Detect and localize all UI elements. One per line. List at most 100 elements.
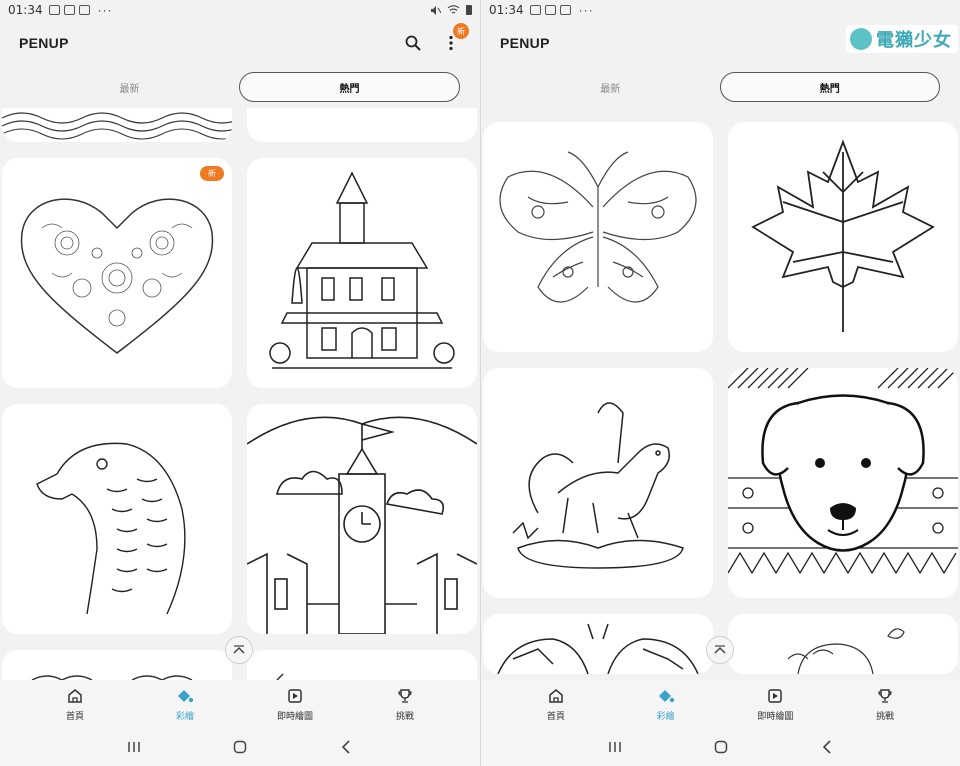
coloring-icon — [178, 689, 194, 702]
home-circle-icon — [714, 740, 727, 754]
status-time: 01:34 — [8, 3, 43, 17]
battery-icon — [466, 5, 472, 15]
watermark-logo: 電獺少女 — [846, 25, 958, 53]
nav-challenge-label: 挑戰 — [395, 710, 414, 721]
nav-live-drawing-label: 即時繪圖 — [276, 710, 313, 721]
system-navigation — [0, 728, 480, 766]
artwork-thumbnail — [2, 112, 232, 140]
nav-home[interactable]: 首頁 — [20, 680, 130, 728]
phone-right: 01:34 ··· PENUP 電獺少女 最新 熱門 首頁 彩繪 即時繪圖 挑戰 — [481, 0, 960, 766]
recent-apps-button[interactable] — [126, 739, 142, 755]
coloring-icon — [658, 689, 674, 702]
wifi-icon — [447, 5, 460, 14]
tab-bar: 最新 熱門 — [0, 72, 480, 102]
nav-coloring[interactable]: 彩繪 — [611, 680, 721, 728]
artwork-thumbnail-dinosaur — [512, 402, 684, 569]
new-badge: 新 — [453, 23, 469, 39]
recent-apps-icon — [608, 742, 621, 752]
scroll-to-top-button[interactable] — [706, 636, 734, 664]
more-options-button[interactable]: 新 — [441, 23, 469, 53]
app-actions: 新 — [403, 23, 469, 53]
nav-live-drawing[interactable]: 即時繪圖 — [240, 680, 350, 728]
artwork-card[interactable] — [728, 122, 958, 352]
back-icon — [822, 740, 831, 754]
artwork-card[interactable] — [247, 108, 477, 142]
artwork-card[interactable]: 新 — [2, 158, 232, 388]
app-title: PENUP — [500, 35, 550, 51]
search-button[interactable] — [403, 33, 423, 53]
artwork-card[interactable] — [2, 404, 232, 634]
mute-icon — [431, 5, 441, 15]
home-circle-icon — [233, 740, 247, 754]
trophy-icon — [398, 688, 412, 703]
artwork-card[interactable] — [247, 650, 477, 680]
status-bar: 01:34 ··· — [481, 0, 960, 20]
back-button[interactable] — [338, 739, 354, 755]
system-icons — [430, 5, 472, 16]
artwork-card[interactable] — [2, 650, 232, 680]
nav-challenge[interactable]: 挑戰 — [830, 680, 940, 728]
artwork-thumbnail-house — [269, 171, 455, 369]
home-system-button[interactable] — [232, 739, 248, 755]
system-navigation — [481, 728, 960, 766]
artwork-card[interactable] — [483, 122, 713, 352]
back-button[interactable] — [819, 739, 835, 755]
artwork-thumbnail-clock-tower — [247, 416, 477, 634]
artwork-thumbnail-eagle — [36, 442, 186, 615]
trophy-icon — [878, 688, 892, 703]
artwork-thumbnail-girl — [787, 628, 905, 674]
phone-left: 01:34 ··· PENUP 新 最新 熱門 新 首頁 彩繪 即時繪圖 挑戰 — [0, 0, 480, 766]
tab-latest[interactable]: 最新 — [501, 72, 720, 102]
app-bar: PENUP 新 — [0, 23, 480, 60]
recent-apps-button[interactable] — [607, 739, 623, 755]
artwork-card[interactable] — [483, 368, 713, 598]
artwork-feed[interactable]: 新 — [0, 108, 480, 680]
artwork-thumbnail-leaf — [751, 139, 935, 332]
watermark-text: 電獺少女 — [876, 30, 952, 50]
artwork-thumbnail — [276, 673, 284, 680]
chevron-up-icon — [714, 645, 726, 654]
recent-apps-icon — [128, 742, 140, 752]
home-icon — [68, 688, 82, 703]
watermark-otter-icon — [850, 28, 872, 50]
artwork-thumbnail-butterfly — [499, 151, 697, 303]
new-badge: 新 — [200, 166, 224, 181]
home-system-button[interactable] — [713, 739, 729, 755]
nav-home-label: 首頁 — [546, 710, 565, 721]
nav-challenge-label: 挑戰 — [876, 710, 895, 721]
more-notifications: ··· — [97, 3, 113, 17]
live-drawing-icon — [288, 688, 302, 703]
artwork-card[interactable] — [2, 108, 232, 142]
status-time: 01:34 — [489, 3, 524, 17]
artwork-card[interactable] — [728, 368, 958, 598]
bottom-navigation: 首頁 彩繪 即時繪圖 挑戰 — [0, 680, 480, 728]
live-drawing-icon — [768, 688, 783, 703]
artwork-thumbnail-dog — [728, 368, 958, 575]
artwork-card[interactable] — [247, 404, 477, 634]
nav-live-drawing-label: 即時繪圖 — [757, 710, 794, 721]
nav-live-drawing[interactable]: 即時繪圖 — [721, 680, 831, 728]
nav-coloring-label: 彩繪 — [656, 710, 675, 721]
artwork-thumbnail-heart — [20, 198, 214, 354]
nav-challenge[interactable]: 挑戰 — [350, 680, 460, 728]
notification-icons — [48, 5, 90, 15]
notification-icons — [529, 5, 571, 15]
artwork-card[interactable] — [728, 614, 958, 674]
nav-coloring[interactable]: 彩繪 — [130, 680, 240, 728]
chevron-up-icon — [233, 645, 245, 654]
bottom-navigation: 首頁 彩繪 即時繪圖 挑戰 — [481, 680, 960, 728]
more-icon — [449, 35, 453, 51]
artwork-feed[interactable] — [481, 108, 960, 680]
nav-home[interactable]: 首頁 — [501, 680, 611, 728]
tab-bar: 最新 熱門 — [481, 72, 960, 102]
more-notifications: ··· — [578, 3, 594, 17]
status-bar: 01:34 ··· — [0, 0, 480, 20]
artwork-card[interactable] — [483, 614, 713, 674]
scroll-to-top-button[interactable] — [225, 636, 253, 664]
tab-latest[interactable]: 最新 — [20, 72, 239, 102]
tab-popular[interactable]: 熱門 — [719, 72, 940, 102]
tab-popular[interactable]: 熱門 — [239, 72, 460, 102]
nav-home-label: 首頁 — [65, 710, 84, 721]
artwork-thumbnail — [31, 675, 193, 680]
artwork-card[interactable] — [247, 158, 477, 388]
